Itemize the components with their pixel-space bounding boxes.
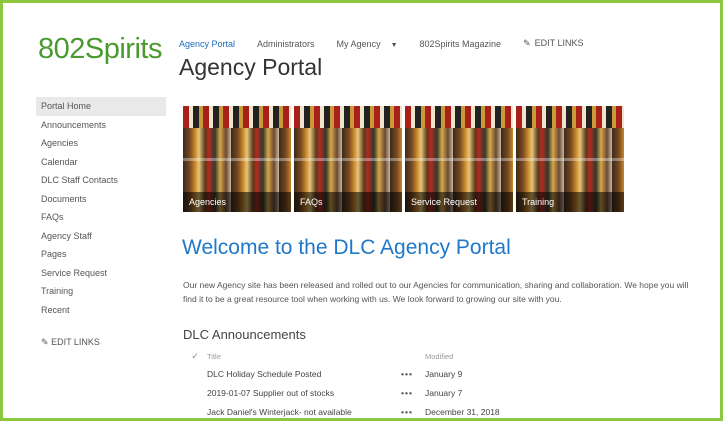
tile-faqs[interactable]: FAQs — [294, 106, 402, 212]
welcome-heading: Welcome to the DLC Agency Portal — [182, 236, 511, 259]
ellipsis-menu-icon[interactable]: ••• — [401, 388, 425, 398]
announcements-header-row: ✓ Title Modified — [183, 348, 583, 364]
leftnav-item-portal-home[interactable]: Portal Home — [36, 97, 166, 116]
page-frame: 802Spirits Agency Portal Administrators … — [0, 0, 723, 421]
leftnav-item-training[interactable]: Training — [36, 282, 166, 301]
topnav-my-agency-label: My Agency — [336, 38, 381, 49]
announcement-modified-date: January 7 — [425, 387, 463, 398]
announcement-title-link[interactable]: DLC Holiday Schedule Posted — [207, 369, 401, 379]
pencil-icon: ✎ — [41, 337, 49, 347]
page-title: Agency Portal — [179, 54, 323, 80]
tile-service-request[interactable]: Service Request — [405, 106, 513, 212]
topnav-edit-links-button[interactable]: ✎ EDIT LINKS — [523, 38, 583, 49]
leftnav-edit-links-label: EDIT LINKS — [51, 337, 100, 347]
dropdown-arrow-icon: ▼ — [390, 41, 398, 49]
ellipsis-menu-icon[interactable]: ••• — [401, 369, 425, 379]
leftnav-item-recent[interactable]: Recent — [36, 301, 166, 320]
leftnav-item-service-request[interactable]: Service Request — [36, 264, 166, 283]
topnav-edit-links-label: EDIT LINKS — [534, 38, 584, 48]
table-row: DLC Holiday Schedule Posted ••• January … — [183, 364, 583, 383]
column-header-title[interactable]: Title — [207, 352, 401, 361]
column-header-modified[interactable]: Modified — [425, 352, 545, 361]
leftnav-item-agency-staff[interactable]: Agency Staff — [36, 227, 166, 246]
leftnav-item-calendar[interactable]: Calendar — [36, 153, 166, 172]
pencil-icon: ✎ — [523, 38, 531, 48]
announcement-modified-date: December 31, 2018 — [425, 406, 500, 417]
left-navigation: Portal Home Announcements Agencies Calen… — [36, 97, 166, 352]
leftnav-item-pages[interactable]: Pages — [36, 245, 166, 264]
leftnav-edit-links-button[interactable]: ✎ EDIT LINKS — [36, 333, 166, 352]
topnav-my-agency[interactable]: My Agency ▼ — [337, 39, 398, 49]
topnav-agency-portal[interactable]: Agency Portal — [179, 39, 235, 49]
table-row: 2019-01-07 Supplier out of stocks ••• Ja… — [183, 383, 583, 402]
table-row: Jack Daniel's Winterjack- not available … — [183, 402, 583, 418]
top-navigation: Agency Portal Administrators My Agency ▼ … — [179, 38, 605, 49]
tile-label: FAQs — [294, 192, 402, 212]
announcements-list: ✓ Title Modified DLC Holiday Schedule Po… — [183, 348, 583, 418]
ellipsis-menu-icon[interactable]: ••• — [401, 407, 425, 417]
leftnav-item-documents[interactable]: Documents — [36, 190, 166, 209]
tile-training[interactable]: Training — [516, 106, 624, 212]
announcement-title-link[interactable]: Jack Daniel's Winterjack- not available — [207, 407, 401, 417]
select-all-check-icon[interactable]: ✓ — [183, 351, 207, 362]
leftnav-item-agencies[interactable]: Agencies — [36, 134, 166, 153]
leftnav-item-announcements[interactable]: Announcements — [36, 116, 166, 135]
leftnav-item-faqs[interactable]: FAQs — [36, 208, 166, 227]
leftnav-item-dlc-staff-contacts[interactable]: DLC Staff Contacts — [36, 171, 166, 190]
topnav-administrators[interactable]: Administrators — [257, 39, 315, 49]
announcement-title-link[interactable]: 2019-01-07 Supplier out of stocks — [207, 388, 401, 398]
tile-agencies[interactable]: Agencies — [183, 106, 291, 212]
welcome-body-text: Our new Agency site has been released an… — [183, 280, 689, 304]
tile-label: Training — [516, 192, 624, 212]
topnav-802spirits-magazine[interactable]: 802Spirits Magazine — [420, 39, 502, 49]
brand-logo[interactable]: 802Spirits — [38, 33, 162, 66]
announcement-modified-date: January 9 — [425, 368, 463, 379]
promoted-links-tiles: Agencies FAQs Service Request Training — [183, 106, 627, 212]
tile-label: Agencies — [183, 192, 291, 212]
tile-label: Service Request — [405, 192, 513, 212]
announcements-title[interactable]: DLC Announcements — [183, 327, 306, 342]
